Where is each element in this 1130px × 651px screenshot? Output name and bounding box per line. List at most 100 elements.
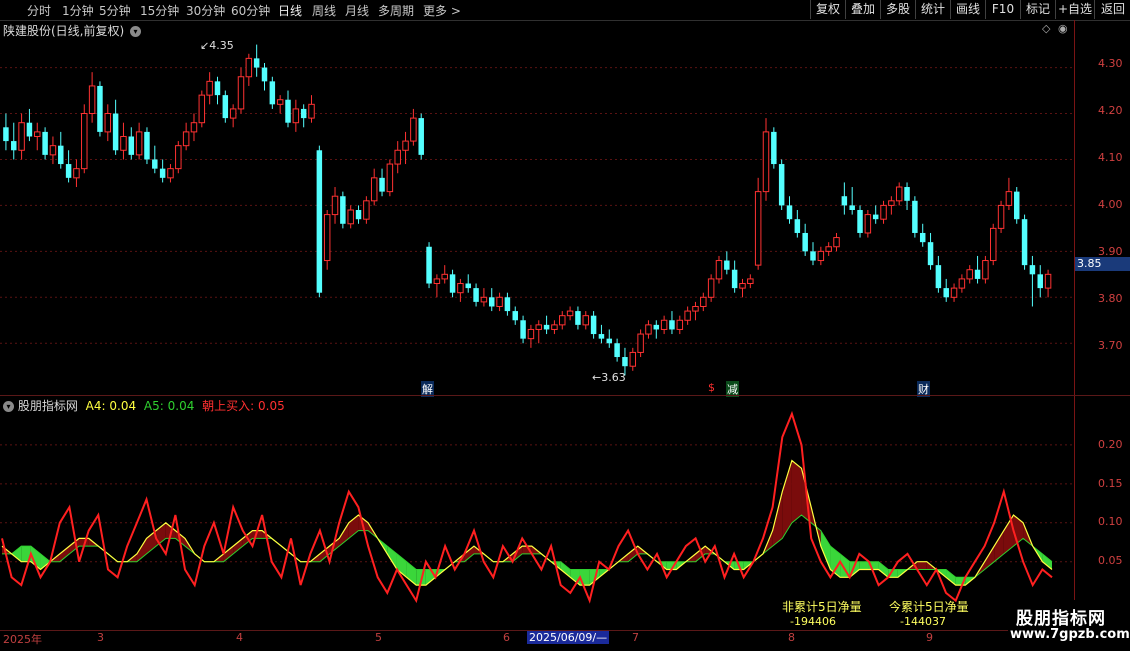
- period-tab-multi[interactable]: 多周期: [378, 2, 414, 19]
- candle-body: [817, 250, 825, 262]
- cursor-date: 2025/06/09/—: [527, 631, 610, 644]
- candle-body: [935, 265, 942, 289]
- candle-body: [912, 200, 918, 233]
- candle-body: [1005, 191, 1013, 206]
- candle-body: [331, 195, 339, 216]
- period-tab-15min[interactable]: 15分钟: [140, 2, 179, 19]
- period-tab-fenshi[interactable]: 分时: [27, 2, 51, 19]
- candle-body: [237, 76, 245, 110]
- candle-body: [794, 219, 801, 233]
- candle-body: [1037, 274, 1043, 289]
- candle-body: [175, 145, 182, 170]
- band-segment: [570, 569, 580, 586]
- candle-body: [982, 260, 989, 280]
- band-segment: [40, 553, 51, 570]
- candle-body: [864, 214, 872, 234]
- candle-body: [34, 131, 41, 137]
- f10-button[interactable]: F10: [985, 0, 1020, 19]
- candle-body: [65, 164, 72, 178]
- candle-body: [590, 315, 597, 335]
- candle-body: [810, 251, 816, 261]
- candle-body: [707, 278, 715, 298]
- candle-body: [480, 296, 488, 303]
- candle-body: [394, 149, 401, 165]
- price-tick: 3.80: [1098, 292, 1123, 305]
- candle-body: [347, 209, 354, 225]
- draw-line-button[interactable]: 画线: [950, 0, 985, 19]
- low-price-label: 3.63: [601, 371, 626, 384]
- candle-body: [715, 260, 723, 280]
- candle-body: [786, 205, 793, 220]
- multi-stock-button[interactable]: 多股: [880, 0, 915, 19]
- candle-body: [1013, 191, 1020, 220]
- fuquan-button[interactable]: 复权: [810, 0, 845, 19]
- candle-body: [762, 131, 770, 193]
- candle-body: [692, 305, 699, 312]
- candle-body: [292, 108, 300, 124]
- band-segment: [560, 561, 571, 578]
- candle-body: [410, 117, 417, 142]
- date-tick: 9: [926, 631, 933, 644]
- back-button[interactable]: 返回: [1094, 0, 1130, 19]
- candle-body: [26, 122, 33, 137]
- band-segment: [946, 569, 956, 586]
- candle-body: [520, 320, 526, 339]
- candle-body: [989, 227, 997, 262]
- indicator-tick: 0.15: [1098, 477, 1123, 490]
- candle-body: [73, 168, 80, 179]
- candle-body: [622, 357, 628, 367]
- mark-button[interactable]: 标记: [1020, 0, 1055, 19]
- candle-body: [426, 246, 432, 284]
- date-tick: 5: [375, 631, 382, 644]
- band-segment: [11, 546, 22, 562]
- period-tab-monthly[interactable]: 月线: [345, 2, 369, 19]
- candle-body: [927, 242, 934, 266]
- candle-body: [214, 81, 221, 96]
- candle-body: [11, 141, 17, 151]
- candlestick-chart[interactable]: [0, 20, 1130, 415]
- candle-body: [245, 57, 253, 78]
- candle-body: [966, 269, 973, 280]
- candle-body: [285, 99, 291, 123]
- candle-body: [629, 351, 637, 367]
- period-tab-daily[interactable]: 日线: [278, 2, 302, 19]
- candle-body: [104, 113, 112, 133]
- candle-body: [802, 232, 808, 252]
- candle-body: [18, 122, 25, 151]
- period-tab-60min[interactable]: 60分钟: [231, 2, 270, 19]
- candle-body: [857, 210, 863, 233]
- period-tab-1min[interactable]: 1分钟: [62, 2, 94, 19]
- indicator-tick: 0.20: [1098, 438, 1123, 451]
- candle-body: [402, 140, 409, 151]
- band-segment: [994, 530, 1004, 562]
- overlay-button[interactable]: 叠加: [845, 0, 880, 19]
- period-tab-weekly[interactable]: 周线: [312, 2, 336, 19]
- period-tab-30min[interactable]: 30分钟: [186, 2, 225, 19]
- candle-body: [598, 334, 605, 339]
- candle-body: [724, 260, 730, 270]
- candle-body: [49, 145, 57, 156]
- candle-body: [614, 343, 620, 358]
- indicator-chart[interactable]: [0, 396, 1130, 631]
- candle-body: [144, 131, 150, 160]
- candle-body: [1021, 219, 1028, 266]
- candle-body: [904, 187, 910, 201]
- candle-body: [676, 319, 684, 330]
- candle-body: [441, 273, 448, 280]
- candle-body: [323, 214, 331, 262]
- candle-body: [152, 159, 158, 169]
- period-tab-more[interactable]: 更多 >: [423, 2, 461, 19]
- stats-button[interactable]: 统计: [915, 0, 950, 19]
- candle-body: [276, 99, 284, 105]
- dividend-marker[interactable]: $: [708, 381, 715, 394]
- candle-body: [433, 278, 441, 285]
- band-segment: [782, 460, 792, 539]
- add-watchlist-button[interactable]: +自选: [1055, 0, 1094, 19]
- candle-body: [747, 278, 754, 285]
- candle-body: [700, 296, 707, 307]
- non-cum-label: 非累计5日净量: [782, 600, 862, 614]
- period-tab-5min[interactable]: 5分钟: [99, 2, 131, 19]
- candle-body: [958, 278, 966, 289]
- candle-body: [308, 103, 315, 119]
- period-toolbar: 分时 1分钟 5分钟 15分钟 30分钟 60分钟 日线 周线 月线 多周期 更…: [0, 0, 1130, 21]
